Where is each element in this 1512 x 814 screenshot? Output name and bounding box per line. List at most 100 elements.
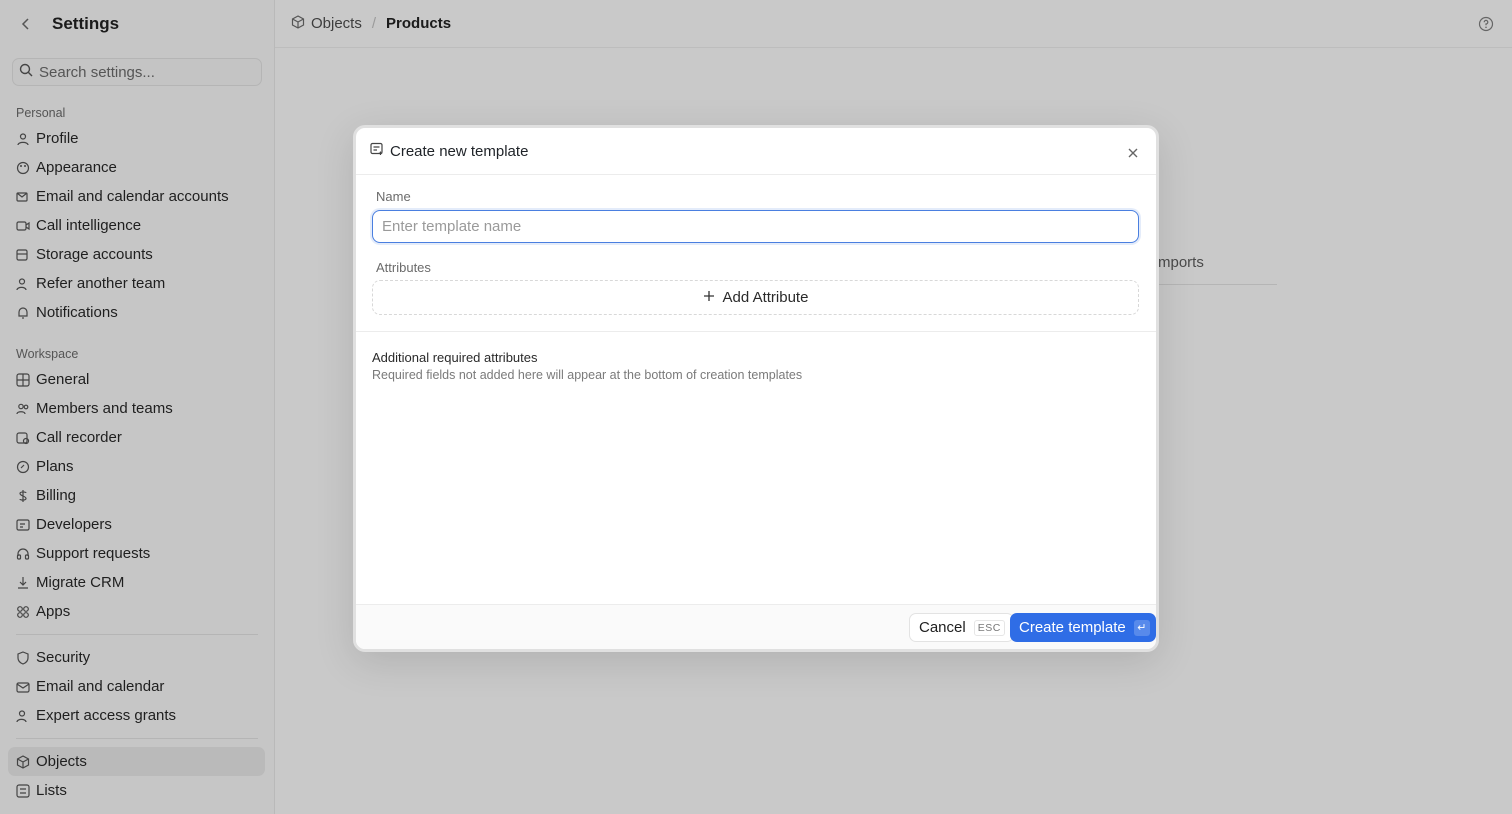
section-label-workspace: Workspace (16, 347, 79, 361)
add-attribute-label: Add Attribute (722, 289, 809, 306)
top-bar: Objects / Products (275, 0, 1512, 48)
sidebar-item-label: Notifications (36, 304, 118, 321)
sidebar-title: Settings (52, 14, 120, 33)
template-icon (370, 142, 384, 161)
sidebar-item-label: Expert access grants (36, 707, 177, 724)
sidebar-item-label: Developers (36, 516, 112, 533)
sidebar-item-plans[interactable]: Plans (0, 452, 274, 481)
sidebar-item-label: Refer another team (36, 275, 166, 292)
sidebar-item-label: General (36, 371, 90, 388)
code-icon (16, 518, 30, 532)
sidebar-item-appearance[interactable]: Appearance (0, 153, 274, 182)
plus-icon (703, 289, 715, 306)
personal-nav: Profile Appearance Email and calendar acco… (0, 124, 274, 327)
headphones-icon (16, 547, 30, 561)
sidebar-item-email-and-calendar-accounts[interactable]: Email and calendar accounts (0, 182, 274, 211)
sidebar-item-general[interactable]: General (0, 365, 274, 394)
sidebar-item-notifications[interactable]: Notifications (0, 298, 274, 327)
background-tab-imports: mports (1158, 254, 1204, 271)
sidebar-item-email-and-calendar[interactable]: Email and calendar (0, 672, 274, 701)
users-icon (16, 402, 30, 416)
sidebar-item-migrate-crm[interactable]: Migrate CRM (0, 568, 274, 597)
shield-icon (16, 650, 30, 665)
breadcrumb-separator: / (371, 15, 377, 32)
cube-icon (16, 754, 30, 769)
list-icon (16, 783, 30, 798)
breadcrumb-current: Products (386, 15, 452, 32)
add-attribute-button[interactable]: Add Attribute (372, 280, 1139, 315)
user-plus-icon (16, 277, 30, 291)
palette-icon (16, 161, 30, 175)
sidebar-item-expert-access-grants[interactable]: Expert access grants (0, 701, 274, 730)
storage-icon (16, 248, 30, 262)
required-attributes-section: Additional required attributes Required … (356, 332, 1156, 382)
section-label-personal: Personal (16, 106, 66, 120)
user-key-icon (16, 709, 30, 723)
plans-icon (16, 460, 30, 474)
sidebar-item-label: Migrate CRM (36, 574, 125, 591)
breadcrumb: Objects / Products (291, 14, 452, 33)
back-icon[interactable] (18, 16, 34, 32)
recorder-icon (16, 431, 30, 445)
sidebar-item-label: Call recorder (36, 429, 122, 446)
sidebar-item-objects[interactable]: Objects (8, 747, 265, 776)
sidebar-item-call-intelligence[interactable]: Call intelligence (0, 211, 274, 240)
sidebar-item-label: Plans (36, 458, 74, 475)
cube-icon (291, 14, 305, 33)
modal-body: Name Attributes Add Attribute (356, 175, 1156, 315)
modal-title: Create new template (390, 142, 529, 160)
background-tab-underline (1140, 284, 1277, 285)
sidebar-item-label: Lists (36, 782, 67, 799)
apps-icon (16, 605, 30, 619)
modal-footer: Cancel ESC Create template ↵ (356, 604, 1156, 649)
mail-settings-icon (16, 190, 30, 204)
sidebar-item-label: Email and calendar (36, 678, 165, 695)
sidebar-header: Settings (0, 0, 274, 48)
sidebar-item-security[interactable]: Security (0, 643, 274, 672)
sidebar-item-label: Apps (36, 603, 71, 620)
security-nav: Security Email and calendar Expert access … (0, 643, 274, 730)
breadcrumb-parent[interactable]: Objects (311, 15, 362, 32)
create-template-modal: Create new template Name Attributes Add … (353, 125, 1159, 652)
sidebar-item-label: Members and teams (36, 400, 173, 417)
sidebar-item-members-and-teams[interactable]: Members and teams (0, 394, 274, 423)
sidebar-item-label: Profile (36, 130, 79, 147)
esc-shortcut: ESC (973, 619, 1005, 636)
grid-icon (16, 372, 30, 387)
template-name-input[interactable] (372, 210, 1139, 243)
required-attributes-title: Additional required attributes (372, 350, 538, 365)
help-icon[interactable] (1478, 16, 1494, 32)
sidebar-item-label: Appearance (36, 159, 117, 176)
sidebar-item-billing[interactable]: Billing (0, 481, 274, 510)
attributes-label: Attributes (376, 260, 431, 275)
sidebar-item-label: Security (36, 649, 91, 666)
required-attributes-subtitle: Required fields not added here will appe… (372, 368, 803, 382)
create-template-label: Create template (1019, 619, 1126, 636)
sidebar-item-label: Support requests (36, 545, 151, 562)
search-icon (19, 63, 33, 82)
settings-sidebar: Settings Personal Profile Appearance Email… (0, 0, 275, 814)
envelope-icon (16, 680, 30, 694)
sidebar-item-lists[interactable]: Lists (0, 776, 274, 805)
sidebar-item-apps[interactable]: Apps (0, 597, 274, 626)
sidebar-item-profile[interactable]: Profile (0, 124, 274, 153)
sidebar-item-label: Billing (36, 487, 77, 504)
enter-icon: ↵ (1133, 619, 1150, 636)
bell-icon (16, 306, 30, 320)
sidebar-item-label: Objects (36, 753, 87, 770)
sidebar-item-support-requests[interactable]: Support requests (0, 539, 274, 568)
sidebar-item-label: Storage accounts (36, 246, 153, 263)
create-template-button[interactable]: Create template ↵ (1010, 613, 1156, 642)
sidebar-item-label: Email and calendar accounts (36, 188, 229, 205)
download-icon (16, 576, 30, 590)
workspace-nav: General Members and teams Call recorder Pla… (0, 365, 274, 626)
cancel-button[interactable]: Cancel ESC (909, 613, 1014, 642)
close-icon[interactable] (1126, 146, 1140, 160)
search-input[interactable] (39, 63, 259, 81)
sidebar-item-refer-another-team[interactable]: Refer another team (0, 269, 274, 298)
sidebar-item-storage-accounts[interactable]: Storage accounts (0, 240, 274, 269)
cancel-label: Cancel (919, 619, 966, 636)
search-box[interactable] (12, 58, 262, 86)
sidebar-item-developers[interactable]: Developers (0, 510, 274, 539)
sidebar-item-call-recorder[interactable]: Call recorder (0, 423, 274, 452)
